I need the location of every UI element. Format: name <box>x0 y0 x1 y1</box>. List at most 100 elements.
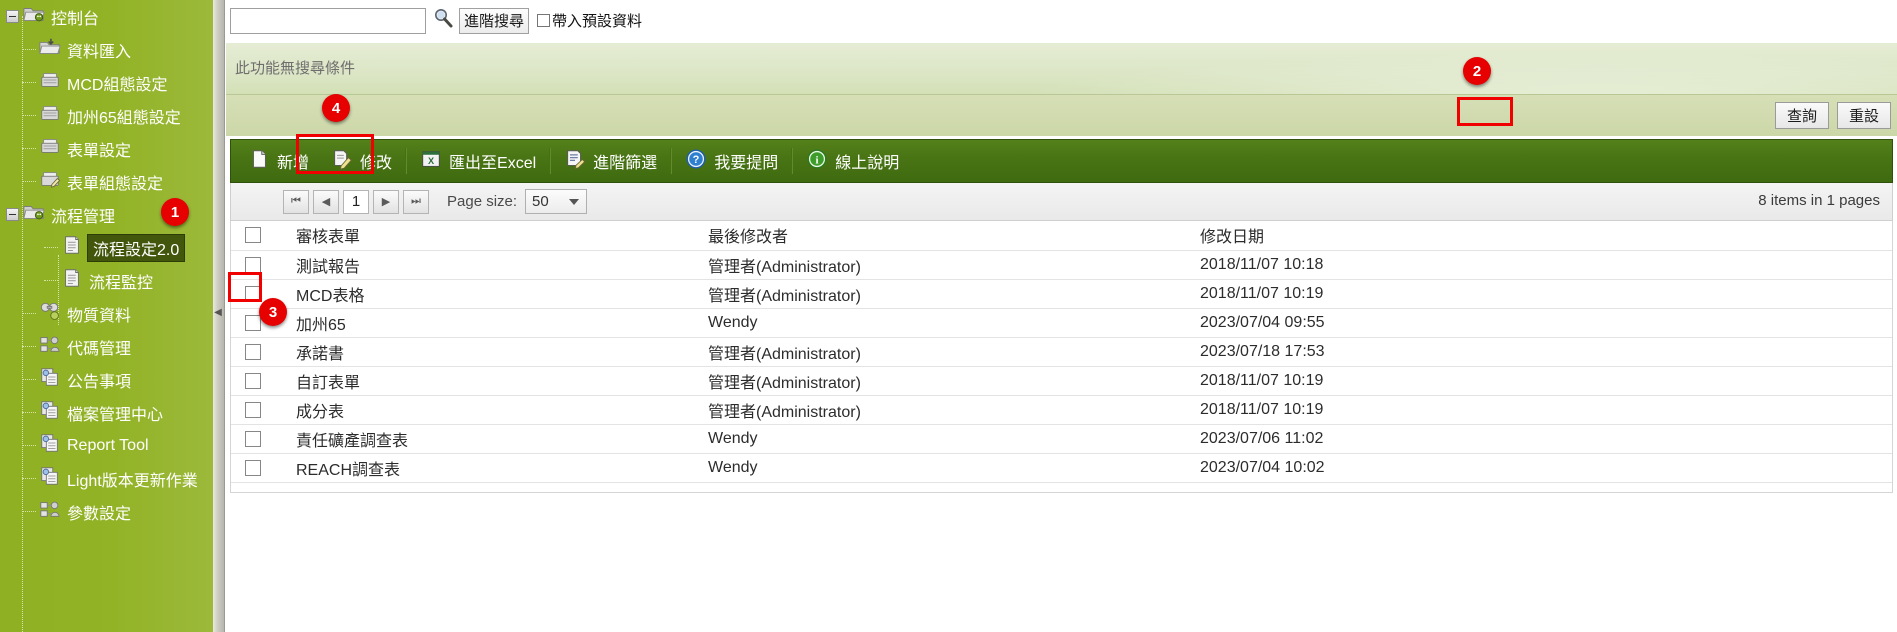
tree-connector <box>22 379 36 380</box>
sidebar-item-流程監控[interactable]: 流程監控 <box>0 264 213 297</box>
query-button-bar: 查詢 重設 <box>226 94 1897 136</box>
row-modify-date: 2023/07/04 10:02 <box>1191 453 1892 483</box>
no-condition-text: 此功能無搜尋條件 <box>235 60 356 77</box>
row-checkbox[interactable] <box>245 256 261 273</box>
sidebar-splitter[interactable]: ◀ <box>213 0 225 632</box>
toolbar-item-我要提問[interactable]: ? 我要提問 <box>674 144 789 178</box>
sidebar-item-label: 資料匯入 <box>67 43 132 61</box>
table-row[interactable]: 成分表 管理者(Administrator) 2018/11/07 10:19 <box>231 395 1892 425</box>
row-checkbox-cell <box>231 395 287 425</box>
tree-connector <box>44 247 58 248</box>
preset-data-checkbox[interactable] <box>537 14 551 27</box>
table-row[interactable]: 測試報告 管理者(Administrator) 2018/11/07 10:18 <box>231 250 1892 280</box>
row-last-modifier: 管理者(Administrator) <box>699 250 1191 280</box>
folder-gear-icon <box>23 3 45 30</box>
new-page-icon <box>248 148 270 175</box>
data-grid: 審核表單 最後修改者 修改日期 測試報告 管理者(Administrator) 20… <box>230 221 1893 493</box>
toolbar-item-匯出至Excel[interactable]: X 匯出至Excel <box>409 144 547 178</box>
pages-icon <box>39 399 61 426</box>
sidebar-item-物質資料[interactable]: 物質資料 <box>0 297 213 330</box>
sidebar-item-Report Tool[interactable]: Report Tool <box>0 429 213 462</box>
sidebar-item-代碼管理[interactable]: 代碼管理 <box>0 330 213 363</box>
row-checkbox[interactable] <box>245 372 261 389</box>
config-icon <box>39 135 61 162</box>
row-checkbox[interactable] <box>245 401 261 418</box>
sidebar-item-檔案管理中心[interactable]: 檔案管理中心 <box>0 396 213 429</box>
toolbar-item-修改[interactable]: 修改 <box>320 144 403 178</box>
toolbar-item-label: 我要提問 <box>714 155 779 172</box>
tree-connector <box>22 82 36 83</box>
table-row[interactable]: MCD表格 管理者(Administrator) 2018/11/07 10:19 <box>231 279 1892 309</box>
header-modify-date[interactable]: 修改日期 <box>1191 221 1892 251</box>
row-checkbox[interactable] <box>245 459 261 476</box>
row-checkbox-cell <box>231 337 287 367</box>
preset-data-checkbox-wrap[interactable]: 帶入預設資料 <box>537 10 642 31</box>
table-row[interactable]: 承諾書 管理者(Administrator) 2023/07/18 17:53 <box>231 337 1892 367</box>
row-checkbox-cell <box>231 250 287 280</box>
sidebar-item-表單組態設定[interactable]: 表單組態設定 <box>0 165 213 198</box>
last-page-icon[interactable]: ⏭ <box>403 189 429 214</box>
sidebar-item-流程設定2.0[interactable]: 流程設定2.0 <box>0 231 213 264</box>
row-modify-date: 2023/07/18 17:53 <box>1191 337 1892 367</box>
table-row[interactable]: REACH調查表 Wendy 2023/07/04 10:02 <box>231 453 1892 483</box>
row-form-name: 測試報告 <box>287 250 699 280</box>
table-row[interactable]: 自訂表單 管理者(Administrator) 2018/11/07 10:19 <box>231 366 1892 396</box>
sidebar-item-資料匯入[interactable]: 資料匯入 <box>0 33 213 66</box>
toolbar-item-新增[interactable]: 新增 <box>237 144 320 178</box>
current-page-number[interactable]: 1 <box>343 189 369 214</box>
toolbar-item-label: 進階篩選 <box>593 155 658 172</box>
prev-page-icon[interactable]: ◀ <box>313 189 339 214</box>
row-checkbox[interactable] <box>245 285 261 302</box>
header-form-name[interactable]: 審核表單 <box>287 221 699 251</box>
row-form-name: 承諾書 <box>287 337 699 367</box>
sidebar-item-參數設定[interactable]: 參數設定 <box>0 495 213 528</box>
toolbar-item-label: 修改 <box>360 155 393 172</box>
code-icon <box>39 498 61 525</box>
annotation-badge-2: 2 <box>1463 57 1491 85</box>
sidebar-item-表單設定[interactable]: 表單設定 <box>0 132 213 165</box>
next-page-icon[interactable]: ▶ <box>373 189 399 214</box>
row-checkbox[interactable] <box>245 314 261 331</box>
sidebar-item-控制台[interactable]: 控制台 <box>0 0 213 33</box>
reset-button[interactable]: 重設 <box>1837 102 1891 129</box>
header-last-modifier[interactable]: 最後修改者 <box>699 221 1191 251</box>
select-all-checkbox[interactable] <box>245 227 261 244</box>
tree-connector <box>22 478 36 479</box>
first-page-icon[interactable]: ⏮ <box>283 189 309 214</box>
row-form-name: 自訂表單 <box>287 366 699 396</box>
sidebar-item-加州65組態設定[interactable]: 加州65組態設定 <box>0 99 213 132</box>
sidebar-item-label: 表單組態設定 <box>67 175 164 193</box>
sidebar-item-label: 流程監控 <box>89 274 154 292</box>
config-icon <box>39 69 61 96</box>
svg-text:X: X <box>428 155 435 165</box>
sidebar-item-公告事項[interactable]: 公告事項 <box>0 363 213 396</box>
advanced-search-button[interactable]: 進階搜尋 <box>459 7 530 34</box>
page-size-select[interactable]: 50 <box>525 189 588 214</box>
row-last-modifier: 管理者(Administrator) <box>699 395 1191 425</box>
tree-collapse-icon[interactable] <box>6 10 19 23</box>
code-icon <box>39 333 61 360</box>
toolbar-item-線上說明[interactable]: i 線上說明 <box>795 144 910 178</box>
table-row[interactable]: 加州65 Wendy 2023/07/04 09:55 <box>231 308 1892 338</box>
tree-collapse-icon[interactable] <box>6 208 19 221</box>
table-row[interactable]: 責任礦產調查表 Wendy 2023/07/06 11:02 <box>231 424 1892 454</box>
search-icon[interactable] <box>432 7 454 34</box>
items-count-label: 8 items in 1 pages <box>1758 192 1880 209</box>
toolbar-item-label: 新增 <box>277 155 310 172</box>
splitter-collapse-icon[interactable]: ◀ <box>213 300 223 324</box>
search-condition-panel: 此功能無搜尋條件 <box>226 42 1897 94</box>
config-edit-icon <box>39 168 61 195</box>
main-content: 進階搜尋 帶入預設資料 此功能無搜尋條件 查詢 重設 新增 修改 X 匯出至Excel… <box>226 0 1897 632</box>
search-input[interactable] <box>230 7 426 34</box>
excel-icon: X <box>420 148 442 175</box>
sidebar-item-MCD組態設定[interactable]: MCD組態設定 <box>0 66 213 99</box>
query-button[interactable]: 查詢 <box>1775 102 1829 129</box>
sidebar-item-label: 參數設定 <box>67 505 132 523</box>
pages-icon <box>39 432 61 459</box>
row-checkbox[interactable] <box>245 343 261 360</box>
sidebar-item-Light版本更新作業[interactable]: Light版本更新作業 <box>0 462 213 495</box>
sidebar-item-label: 流程管理 <box>51 208 116 226</box>
row-checkbox[interactable] <box>245 430 261 447</box>
toolbar-item-進階篩選[interactable]: 進階篩選 <box>553 144 668 178</box>
row-last-modifier: 管理者(Administrator) <box>699 366 1191 396</box>
